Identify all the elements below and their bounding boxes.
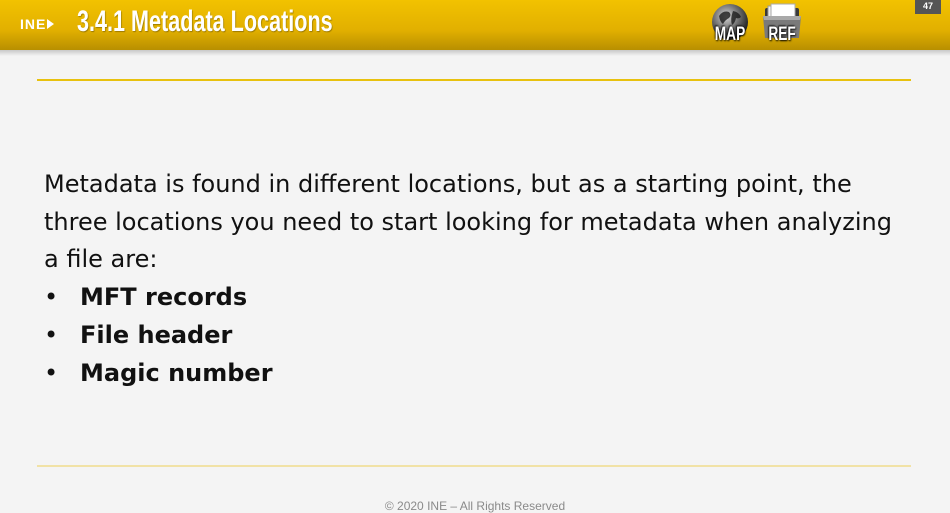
map-label: MAP	[714, 24, 746, 45]
bullet-text: File header	[80, 320, 233, 349]
logo-text: INE	[20, 16, 47, 32]
map-button[interactable]: MAP	[707, 2, 753, 48]
bullet-list: • MFT records • File header • Magic number	[44, 279, 914, 392]
bullet-text: MFT records	[80, 283, 248, 312]
ref-label: REF	[768, 24, 796, 45]
bullet-item: • Magic number	[44, 355, 914, 393]
bullet-dot-icon: •	[44, 358, 59, 387]
header-shadow	[0, 50, 950, 56]
slide-body: Metadata is found in different locations…	[44, 166, 914, 392]
bullet-dot-icon: •	[44, 320, 59, 349]
logo-arrow-icon	[47, 19, 55, 29]
top-divider	[37, 79, 911, 81]
intro-text: Metadata is found in different locations…	[44, 170, 892, 274]
page-number: 47	[915, 0, 941, 14]
bullet-item: • File header	[44, 317, 914, 355]
slide-title: 3.4.1 Metadata Locations	[77, 5, 333, 38]
bullet-dot-icon: •	[44, 283, 59, 312]
slide-header: INE 3.4.1 Metadata Locations MAP REF 47	[0, 0, 950, 50]
ine-logo: INE	[20, 16, 55, 32]
bullet-item: • MFT records	[44, 279, 914, 317]
bottom-divider	[37, 465, 911, 467]
bullet-text: Magic number	[80, 358, 273, 387]
copyright-footer: © 2020 INE – All Rights Reserved	[384, 499, 566, 513]
ref-button[interactable]: REF	[759, 2, 805, 48]
